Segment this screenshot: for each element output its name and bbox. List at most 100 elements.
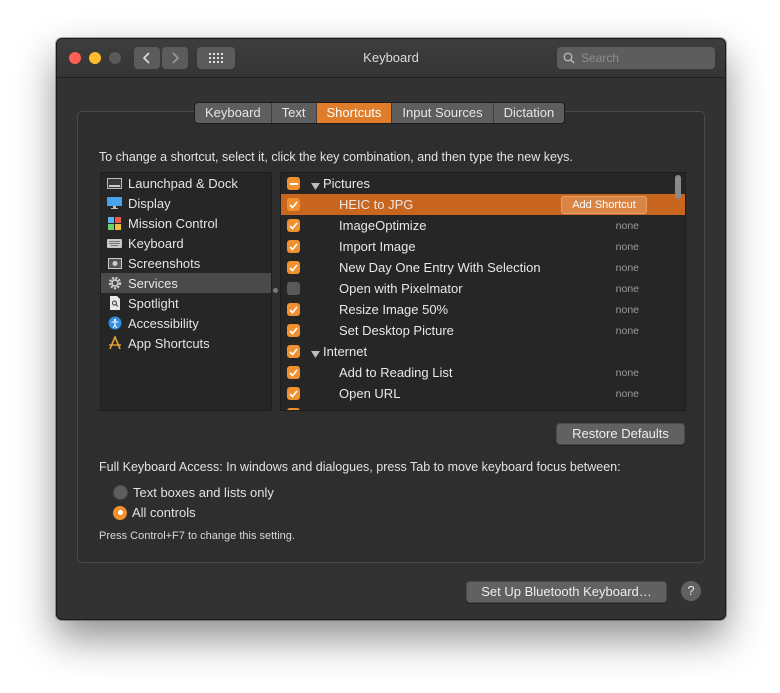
shortcut-label: Open URL (339, 386, 401, 401)
shortcut-row[interactable]: Import Image none (281, 236, 685, 257)
accessibility-icon (107, 316, 122, 330)
set-up-bluetooth-keyboard-button[interactable]: Set Up Bluetooth Keyboard… (466, 581, 667, 603)
keyboard-access-hint: Press Control+F7 to change this setting. (99, 530, 295, 542)
shortcut-label: Add to Reading List (339, 365, 453, 380)
shortcut-row[interactable]: Open URL none (281, 383, 685, 404)
disclosure-triangle-icon[interactable] (311, 179, 320, 194)
shortcuts-list[interactable]: Pictures HEIC to JPG Add Shortcut ImageO… (280, 172, 686, 411)
shortcut-checkbox[interactable] (287, 261, 300, 274)
search-icon (563, 52, 575, 64)
shortcut-label: ImageOptimize (339, 218, 427, 233)
shortcut-row[interactable]: ImageOptimize none (281, 215, 685, 236)
shortcut-row[interactable]: Resize Image 50% none (281, 299, 685, 320)
category-services[interactable]: Services (101, 273, 271, 293)
search-input[interactable] (579, 50, 703, 66)
category-display[interactable]: Display (101, 193, 271, 213)
shortcut-key[interactable]: none (616, 388, 639, 400)
tab-dictation[interactable]: Dictation (493, 103, 565, 123)
category-label: Spotlight (128, 295, 179, 311)
shortcut-row-partial[interactable] (281, 404, 685, 410)
tab-text[interactable]: Text (271, 103, 317, 123)
shortcut-checkbox[interactable] (287, 408, 300, 410)
shortcut-row[interactable]: Open with Pixelmator none (281, 278, 685, 299)
keyboard-preferences-window: Keyboard Keyboard Text Shortcuts Input S… (56, 38, 726, 620)
shortcut-row[interactable]: New Day One Entry With Selection none (281, 257, 685, 278)
shortcut-checkbox[interactable] (287, 387, 300, 400)
radio-text-boxes-only[interactable]: Text boxes and lists only (113, 485, 274, 500)
shortcut-label: Import Image (339, 239, 416, 254)
group-row-pictures[interactable]: Pictures (281, 173, 685, 194)
category-launchpad-dock[interactable]: Launchpad & Dock (101, 173, 271, 193)
radio-button[interactable] (113, 505, 127, 520)
category-label: Keyboard (128, 235, 184, 251)
shortcut-key[interactable]: none (616, 325, 639, 337)
radio-button[interactable] (113, 485, 128, 500)
screenshots-icon (107, 257, 122, 270)
category-label: App Shortcuts (128, 335, 210, 351)
search-field[interactable] (557, 47, 715, 69)
add-shortcut-button[interactable]: Add Shortcut (561, 196, 647, 214)
category-label: Accessibility (128, 315, 199, 331)
instructions-text: To change a shortcut, select it, click t… (99, 150, 573, 164)
tab-bar: Keyboard Text Shortcuts Input Sources Di… (194, 102, 566, 124)
shortcut-checkbox[interactable] (287, 240, 300, 253)
title-bar: Keyboard (57, 39, 725, 78)
restore-defaults-button[interactable]: Restore Defaults (556, 423, 685, 445)
app-shortcuts-icon (107, 336, 122, 350)
shortcut-key[interactable]: none (616, 220, 639, 232)
shortcut-checkbox[interactable] (287, 219, 300, 232)
disclosure-triangle-icon[interactable] (311, 347, 320, 362)
tab-shortcuts[interactable]: Shortcuts (316, 103, 393, 123)
category-label: Mission Control (128, 215, 218, 231)
category-mission-control[interactable]: Mission Control (101, 213, 271, 233)
shortcut-checkbox[interactable] (287, 324, 300, 337)
category-spotlight[interactable]: Spotlight (101, 293, 271, 313)
display-icon (107, 197, 122, 210)
group-row-internet[interactable]: Internet (281, 341, 685, 362)
shortcut-row-heic-to-jpg[interactable]: HEIC to JPG Add Shortcut (281, 194, 685, 215)
launchpad-icon (107, 177, 122, 190)
gear-icon (107, 276, 122, 290)
category-label: Display (128, 195, 171, 211)
shortcut-key[interactable]: none (616, 304, 639, 316)
shortcut-key[interactable]: none (616, 283, 639, 295)
shortcut-key[interactable]: none (616, 262, 639, 274)
group-label: Internet (323, 344, 368, 359)
shortcut-row[interactable]: Add to Reading List none (281, 362, 685, 383)
shortcut-checkbox[interactable] (287, 282, 300, 295)
shortcut-label: New Day One Entry With Selection (339, 260, 541, 275)
radio-label: Text boxes and lists only (133, 485, 274, 500)
help-button[interactable]: ? (681, 581, 701, 601)
mixed-checkbox[interactable] (287, 177, 300, 190)
shortcut-label: Set Desktop Picture (339, 323, 454, 338)
shortcut-checkbox[interactable] (287, 366, 300, 379)
radio-all-controls[interactable]: All controls (113, 505, 196, 520)
category-label: Services (128, 275, 178, 291)
scrollbar-thumb[interactable] (675, 175, 681, 199)
full-keyboard-access-label: Full Keyboard Access: In windows and dia… (99, 460, 621, 474)
mission-control-icon (107, 216, 122, 230)
shortcut-label: Resize Image 50% (339, 302, 449, 317)
category-label: Launchpad & Dock (128, 175, 238, 191)
shortcut-key[interactable]: none (616, 367, 639, 379)
keyboard-icon (107, 237, 122, 250)
category-app-shortcuts[interactable]: App Shortcuts (101, 333, 271, 353)
shortcut-label: HEIC to JPG (339, 197, 414, 212)
category-list: Launchpad & Dock Display Mission Control… (100, 172, 272, 411)
spotlight-icon (107, 296, 122, 310)
category-label: Screenshots (128, 255, 201, 271)
tab-input-sources[interactable]: Input Sources (392, 103, 494, 123)
tab-keyboard[interactable]: Keyboard (195, 103, 272, 123)
split-view-divider[interactable] (273, 288, 278, 293)
radio-label: All controls (132, 505, 196, 520)
category-screenshots[interactable]: Screenshots (101, 253, 271, 273)
group-label: Pictures (323, 176, 370, 191)
category-keyboard[interactable]: Keyboard (101, 233, 271, 253)
shortcut-label: Open with Pixelmator (339, 281, 463, 296)
shortcut-checkbox[interactable] (287, 303, 300, 316)
shortcut-key[interactable]: none (616, 241, 639, 253)
category-accessibility[interactable]: Accessibility (101, 313, 271, 333)
shortcut-checkbox[interactable] (287, 198, 300, 211)
shortcut-row[interactable]: Set Desktop Picture none (281, 320, 685, 341)
group-checkbox[interactable] (287, 345, 300, 358)
